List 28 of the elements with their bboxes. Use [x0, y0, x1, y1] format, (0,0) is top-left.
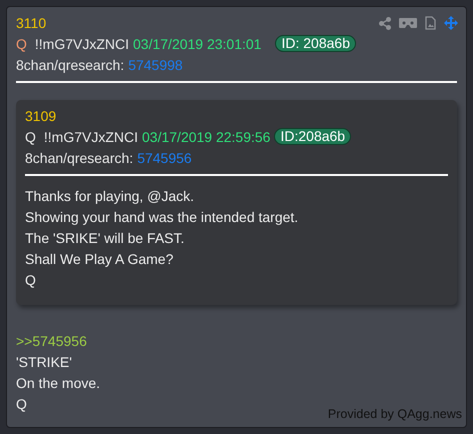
id-badge: ID:208a6b	[274, 128, 352, 145]
post-text: The 'SRIKE' will be FAST.	[25, 229, 184, 248]
reply-link[interactable]: >>5745956	[16, 331, 457, 352]
tripcode: !!mG7VJxZNCI	[44, 128, 138, 144]
post-link[interactable]: 5745998	[128, 56, 183, 72]
post-number: 3110	[16, 14, 46, 30]
post-text: Shall We Play A Game?	[25, 250, 174, 269]
move-icon[interactable]	[444, 16, 458, 30]
post-text: Q	[16, 395, 27, 414]
board-name: 8chan/qresearch:	[25, 150, 134, 166]
timestamp: 03/17/2019 22:59:56	[142, 128, 270, 144]
image-file-icon[interactable]	[425, 16, 436, 30]
author-name: Q	[25, 128, 36, 144]
share-icon[interactable]	[379, 16, 391, 30]
vr-goggles-icon[interactable]	[399, 18, 417, 28]
post-text: Showing your hand was the intended target.	[25, 208, 298, 227]
board-name: 8chan/qresearch:	[16, 56, 124, 72]
post-text: 'STRIKE'	[16, 353, 72, 372]
post-text: Q	[25, 271, 36, 290]
id-badge: ID: 208a6b	[275, 35, 356, 52]
timestamp: 03/17/2019 23:01:01	[133, 36, 262, 52]
tripcode: !!mG7VJxZNCI	[34, 36, 130, 52]
post-link[interactable]: 5745956	[137, 150, 192, 166]
post-text: Thanks for playing, @Jack.	[25, 187, 194, 206]
author-name: Q	[16, 36, 27, 52]
post-text: On the move.	[16, 374, 100, 393]
credit-text: Provided by QAgg.news	[328, 407, 462, 421]
post-number: 3109	[25, 108, 56, 124]
